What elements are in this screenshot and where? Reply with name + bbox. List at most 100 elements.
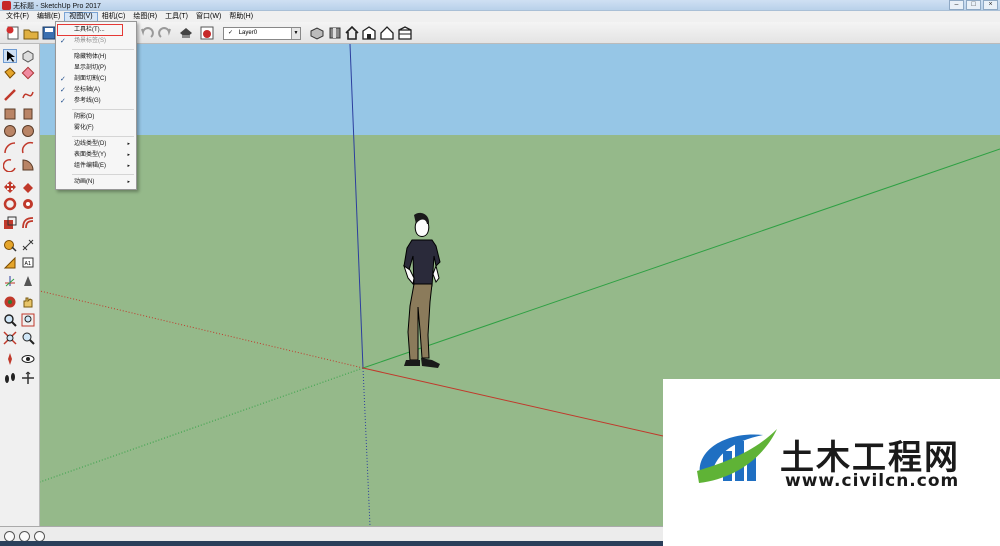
materials-icon[interactable]	[327, 25, 343, 41]
submenu-arrow-icon: ▸	[127, 152, 130, 158]
select-arrow-icon[interactable]	[3, 49, 17, 63]
push-pull-icon[interactable]	[21, 180, 35, 194]
menu-tools[interactable]: 工具(T)	[161, 12, 192, 22]
menu-item-fog[interactable]: 雾化(F)	[56, 123, 136, 134]
menu-separator	[72, 109, 134, 110]
submenu-arrow-icon: ▸	[127, 179, 130, 185]
title-bar: 无标题 - SketchUp Pro 2017 – □ ×	[0, 0, 1000, 11]
front-view-icon[interactable]	[361, 25, 377, 41]
menu-item-label: 阴影(D)	[74, 114, 95, 120]
freehand-icon[interactable]	[21, 88, 35, 102]
menu-separator	[72, 49, 134, 50]
zoom-icon[interactable]	[3, 313, 17, 327]
menu-item-section-cuts[interactable]: ✓ 剖面切割(C)	[56, 74, 136, 85]
green-axis-dotted	[40, 367, 364, 483]
green-axis-line	[362, 148, 1000, 369]
home-view-icon[interactable]	[344, 25, 360, 41]
menu-item-animation[interactable]: 动画(N) ▸	[56, 177, 136, 188]
orbit-icon[interactable]	[3, 295, 17, 309]
menu-camera[interactable]: 相机(C)	[98, 12, 130, 22]
print-icon[interactable]	[178, 25, 194, 41]
menu-item-hidden-geometry[interactable]: 隐藏物体(H)	[56, 52, 136, 63]
previous-view-icon[interactable]	[21, 331, 35, 345]
look-around-icon[interactable]	[21, 352, 35, 366]
menu-item-label: 动画(N)	[74, 179, 95, 185]
chevron-down-icon[interactable]: ▼	[291, 28, 300, 39]
menu-help[interactable]: 帮助(H)	[225, 12, 257, 22]
circle-icon[interactable]	[3, 124, 17, 138]
eraser-icon[interactable]	[21, 66, 35, 80]
menu-item-guides[interactable]: ✓ 参考线(G)	[56, 96, 136, 107]
sketchup-app-icon	[2, 1, 11, 10]
section-plane-icon[interactable]	[21, 371, 35, 385]
menu-item-axes[interactable]: ✓ 坐标轴(A)	[56, 85, 136, 96]
protractor-icon[interactable]	[3, 256, 17, 270]
follow-me-icon[interactable]	[21, 197, 35, 211]
axes-icon[interactable]	[3, 274, 17, 288]
menu-item-label: 工具栏(T)...	[74, 27, 105, 33]
tape-measure-icon[interactable]	[3, 238, 17, 252]
zoom-extents-icon[interactable]	[3, 331, 17, 345]
rotated-rectangle-icon[interactable]	[21, 107, 35, 121]
menu-item-shadows[interactable]: 阴影(D)	[56, 112, 136, 123]
menu-edit[interactable]: 编辑(E)	[33, 12, 64, 22]
two-point-arc-icon[interactable]	[21, 141, 35, 155]
menu-separator	[72, 174, 134, 175]
arc-icon[interactable]	[3, 141, 17, 155]
watermark-logo: 土木工程网 www.civilcn.com	[663, 379, 1000, 546]
paint-bucket-icon[interactable]	[3, 66, 17, 80]
window-controls: – □ ×	[947, 0, 998, 10]
menu-item-label: 参考线(G)	[74, 98, 101, 104]
rotate-icon[interactable]	[3, 197, 17, 211]
walk-footprints-icon[interactable]	[3, 371, 17, 385]
menu-item-scene-tabs[interactable]: ✓ 场景标签(S)	[56, 36, 136, 47]
submenu-arrow-icon: ▸	[127, 141, 130, 147]
back-view-icon[interactable]	[397, 25, 413, 41]
menu-item-edge-style[interactable]: 边线类型(D) ▸	[56, 139, 136, 150]
offset-icon[interactable]	[21, 216, 35, 230]
polygon-icon[interactable]	[21, 124, 35, 138]
zoom-window-icon[interactable]	[21, 313, 35, 327]
redo-icon[interactable]	[157, 25, 173, 41]
pie-icon[interactable]	[21, 158, 35, 172]
menu-item-face-style[interactable]: 表面类型(Y) ▸	[56, 150, 136, 161]
check-icon: ✓	[60, 87, 66, 94]
three-point-arc-icon[interactable]	[2, 158, 17, 173]
rectangle-icon[interactable]	[3, 107, 17, 121]
layer-select[interactable]: ✓ Layer0 ▼	[223, 27, 301, 40]
right-view-icon[interactable]	[379, 25, 395, 41]
blue-axis-line	[349, 44, 364, 369]
logo-mark-icon	[697, 429, 777, 483]
menu-separator	[72, 136, 134, 137]
close-button[interactable]: ×	[983, 0, 998, 10]
move-icon[interactable]	[3, 180, 17, 194]
menu-view[interactable]: 视图(V)	[64, 11, 98, 22]
layer-visible-check: ✓	[228, 30, 234, 36]
undo-icon[interactable]	[139, 25, 155, 41]
pan-hand-icon[interactable]	[21, 295, 35, 309]
menu-item-toolbars[interactable]: 工具栏(T)...	[56, 25, 136, 36]
components-icon[interactable]	[309, 25, 325, 41]
red-axis-line	[362, 367, 664, 437]
maximize-button[interactable]: □	[966, 0, 981, 10]
menu-item-section-planes[interactable]: 显示剖切(P)	[56, 63, 136, 74]
main-toolbar: ✓ Layer0 ▼	[0, 22, 1000, 44]
position-camera-icon[interactable]	[3, 352, 17, 366]
component-icon[interactable]	[21, 49, 35, 63]
menu-item-component-edit[interactable]: 组件编辑(E) ▸	[56, 161, 136, 172]
open-folder-icon[interactable]	[23, 25, 39, 41]
3d-text-icon[interactable]	[21, 274, 35, 288]
submenu-arrow-icon: ▸	[127, 163, 130, 169]
text-icon[interactable]: A1	[21, 256, 35, 270]
new-file-icon[interactable]	[5, 25, 21, 41]
menu-file[interactable]: 文件(F)	[2, 12, 33, 22]
layer-select-value: Layer0	[238, 30, 258, 36]
menu-item-label: 场景标签(S)	[74, 38, 106, 44]
model-info-icon[interactable]	[199, 25, 215, 41]
minimize-button[interactable]: –	[949, 0, 964, 10]
dimension-icon[interactable]	[21, 238, 35, 252]
line-pencil-icon[interactable]	[3, 88, 17, 102]
menu-draw[interactable]: 绘图(R)	[129, 12, 161, 22]
menu-window[interactable]: 窗口(W)	[192, 12, 225, 22]
scale-icon[interactable]	[3, 216, 17, 230]
